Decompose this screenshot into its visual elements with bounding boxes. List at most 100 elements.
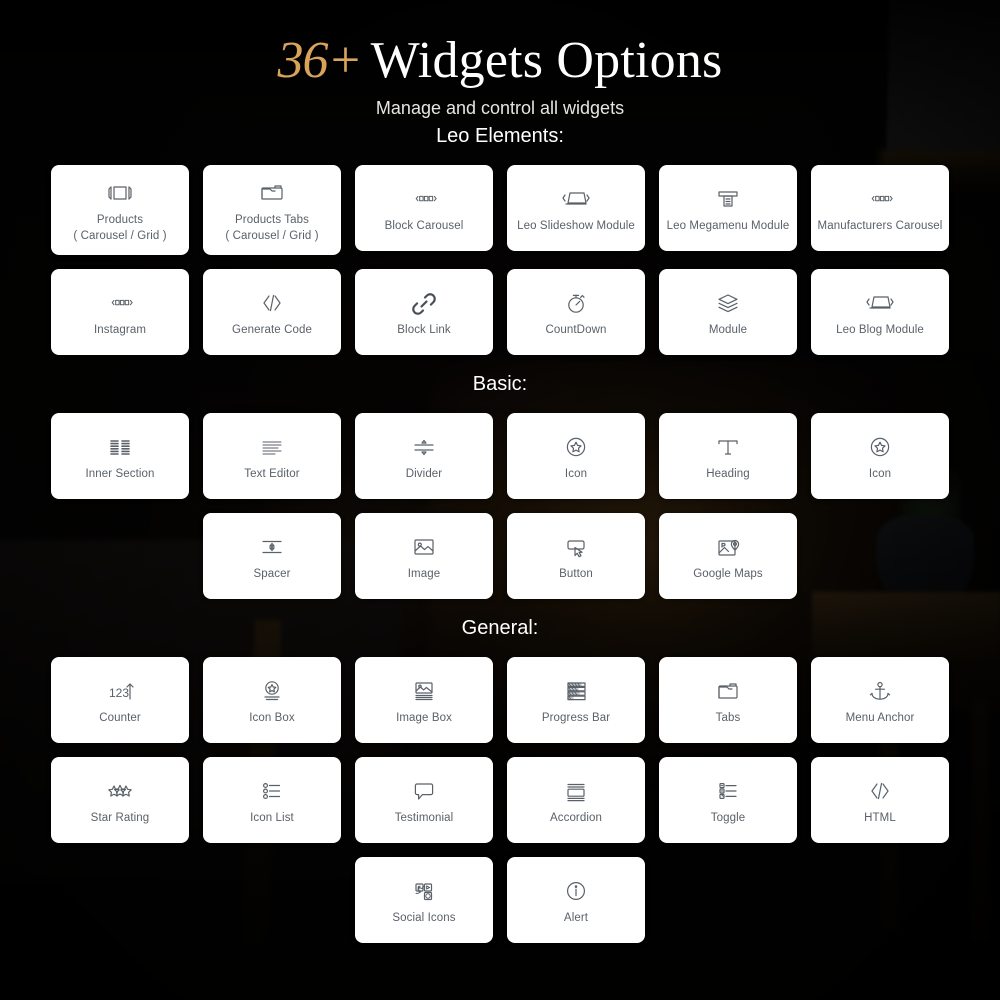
widget-card-label: Counter: [99, 712, 141, 725]
widget-card-label: Icon Box: [249, 712, 295, 725]
widget-row: Instagram Generate Code Block Link CountDow…: [0, 269, 1000, 356]
widget-card-social-icons[interactable]: Social Icons: [355, 857, 493, 944]
text-editor-icon: [256, 430, 288, 464]
megamenu-icon: [711, 182, 745, 216]
widget-card-divider[interactable]: Divider: [355, 413, 493, 500]
widget-card-icon[interactable]: Icon: [507, 413, 645, 500]
widget-card-label: Leo Megamenu Module: [666, 220, 790, 233]
section-title: Leo Elements:: [436, 125, 564, 148]
section-leoelements: Leo Elements: Products ( Carousel / Grid …: [0, 125, 1000, 356]
widget-card-label: Star Rating: [90, 812, 150, 825]
widget-card-block-link[interactable]: Block Link: [355, 269, 493, 356]
inner-section-icon: [104, 430, 136, 464]
widget-card-star-rating[interactable]: Star Rating: [51, 757, 189, 844]
google-maps-icon: [711, 530, 745, 564]
block-carousel-icon: [407, 182, 441, 216]
widget-card-label: Tabs: [715, 712, 741, 725]
widget-card-tabs[interactable]: Tabs: [659, 657, 797, 744]
anchor-icon: [863, 674, 897, 708]
widget-card-leo-megamenu-module[interactable]: Leo Megamenu Module: [659, 165, 797, 252]
widget-card-leo-slideshow-module[interactable]: Leo Slideshow Module: [507, 165, 645, 252]
widget-card-image-box[interactable]: Image Box: [355, 657, 493, 744]
widget-row: Spacer Image Button Google Maps: [0, 513, 1000, 600]
widget-count: 36+: [277, 32, 363, 89]
widget-card-label: Icon: [868, 468, 892, 481]
widget-card-counter[interactable]: 123 Counter: [51, 657, 189, 744]
widget-card-label: Module: [708, 324, 748, 337]
section-general: General: 123 Counter Icon Box Image Box Progr…: [0, 617, 1000, 944]
heading-t-icon: [711, 430, 745, 464]
icon-list-icon: [255, 774, 289, 808]
stopwatch-icon: [559, 286, 593, 320]
progress-bar-icon: [559, 674, 593, 708]
products-carousel-icon: [103, 176, 137, 210]
testimonial-icon: [407, 774, 441, 808]
widget-card-toggle[interactable]: Toggle: [659, 757, 797, 844]
widget-card-label: Inner Section: [85, 468, 155, 481]
widget-card-label: Instagram: [93, 324, 147, 337]
section-title: General:: [461, 617, 539, 640]
widget-card-icon[interactable]: Icon: [811, 413, 949, 500]
widget-card-label: Leo Slideshow Module: [517, 220, 635, 233]
widget-card-instagram[interactable]: Instagram: [51, 269, 189, 356]
widget-card-leo-blog-module[interactable]: Leo Blog Module: [811, 269, 949, 356]
hero: 36+ Widgets Options Manage and control al…: [0, 0, 1000, 119]
code-icon: [255, 286, 289, 320]
counter-icon: 123: [103, 674, 137, 708]
widget-card-label: Image Box: [396, 712, 452, 725]
widget-card-products-tabs[interactable]: Products Tabs ( Carousel / Grid ): [203, 165, 341, 256]
star-circle-icon: [559, 430, 593, 464]
link-icon: [409, 286, 439, 320]
widget-card-block-carousel[interactable]: Block Carousel: [355, 165, 493, 252]
widget-card-html[interactable]: HTML: [811, 757, 949, 844]
code-icon: [863, 774, 897, 808]
page-subtitle: Manage and control all widgets: [375, 98, 625, 119]
widget-card-icon-list[interactable]: Icon List: [203, 757, 341, 844]
widget-card-module[interactable]: Module: [659, 269, 797, 356]
widget-card-heading[interactable]: Heading: [659, 413, 797, 500]
widget-card-products[interactable]: Products ( Carousel / Grid ): [51, 165, 189, 256]
widget-card-label: Manufacturers Carousel: [817, 220, 943, 233]
widget-card-progress-bar[interactable]: Progress Bar: [507, 657, 645, 744]
widget-card-label: Accordion: [549, 812, 603, 825]
widget-card-testimonial[interactable]: Testimonial: [355, 757, 493, 844]
widget-card-label: Testimonial: [394, 812, 454, 825]
widget-card-button[interactable]: Button: [507, 513, 645, 600]
section-title: Basic:: [472, 373, 528, 396]
svg-text:123: 123: [109, 686, 129, 700]
widget-card-label: Text Editor: [244, 468, 300, 481]
accordion-icon: [559, 774, 593, 808]
divider-icon: [407, 430, 441, 464]
layers-icon: [711, 286, 745, 320]
widget-card-image[interactable]: Image: [355, 513, 493, 600]
section-basic: Basic: Inner Section Text Editor Divider Ico…: [0, 373, 1000, 600]
slideshow-icon: [559, 182, 593, 216]
widget-card-menu-anchor[interactable]: Menu Anchor: [811, 657, 949, 744]
widget-card-accordion[interactable]: Accordion: [507, 757, 645, 844]
widget-row: Social Icons Alert: [0, 857, 1000, 944]
widget-card-countdown[interactable]: CountDown: [507, 269, 645, 356]
widget-card-label: HTML: [864, 812, 896, 825]
widget-card-label: Leo Blog Module: [836, 324, 924, 337]
widget-card-label: Google Maps: [693, 568, 763, 581]
image-icon: [407, 530, 441, 564]
spacer-icon: [255, 530, 289, 564]
widget-card-generate-code[interactable]: Generate Code: [203, 269, 341, 356]
widget-card-alert[interactable]: Alert: [507, 857, 645, 944]
widget-card-label: Divider: [405, 468, 443, 481]
widget-card-google-maps[interactable]: Google Maps: [659, 513, 797, 600]
alert-info-icon: [559, 874, 593, 908]
widget-card-spacer[interactable]: Spacer: [203, 513, 341, 600]
widget-card-icon-box[interactable]: Icon Box: [203, 657, 341, 744]
widget-card-label: Social Icons: [392, 912, 456, 925]
sections-container: Leo Elements: Products ( Carousel / Grid …: [0, 125, 1000, 944]
page-title-text: Widgets Options: [370, 32, 723, 89]
widget-card-label: CountDown: [545, 324, 607, 337]
widget-card-manufacturers-carousel[interactable]: Manufacturers Carousel: [811, 165, 949, 252]
products-tabs-icon: [255, 176, 289, 210]
widget-card-inner-section[interactable]: Inner Section: [51, 413, 189, 500]
social-icons-icon: [407, 874, 441, 908]
block-carousel-icon: [103, 286, 137, 320]
widget-card-label: Heading: [706, 468, 750, 481]
widget-card-text-editor[interactable]: Text Editor: [203, 413, 341, 500]
